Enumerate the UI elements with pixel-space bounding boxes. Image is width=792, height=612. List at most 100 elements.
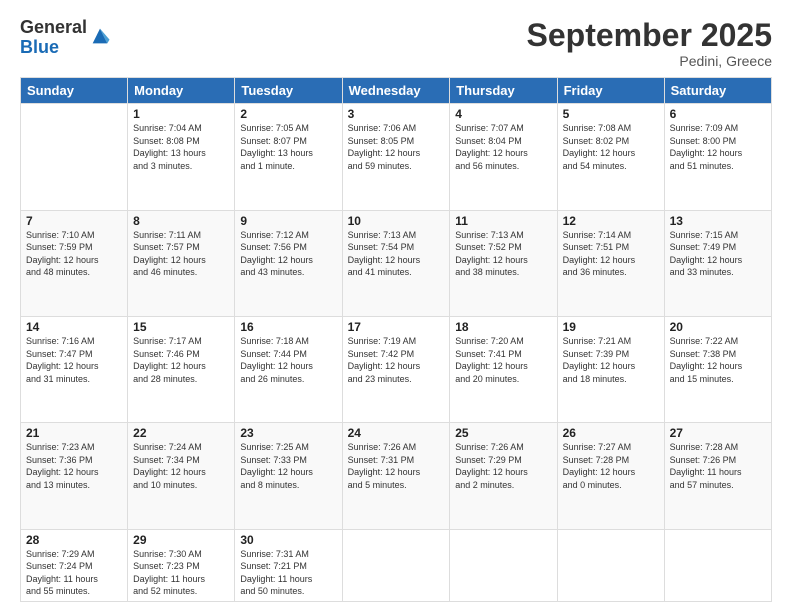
day-info: Sunrise: 7:17 AM Sunset: 7:46 PM Dayligh… [133,335,229,385]
day-number: 24 [348,426,445,440]
calendar-cell: 25Sunrise: 7:26 AM Sunset: 7:29 PM Dayli… [450,423,557,529]
day-info: Sunrise: 7:08 AM Sunset: 8:02 PM Dayligh… [563,122,659,172]
calendar-header-sunday: Sunday [21,78,128,104]
day-info: Sunrise: 7:11 AM Sunset: 7:57 PM Dayligh… [133,229,229,279]
calendar-week-2: 7Sunrise: 7:10 AM Sunset: 7:59 PM Daylig… [21,210,772,316]
day-info: Sunrise: 7:19 AM Sunset: 7:42 PM Dayligh… [348,335,445,385]
day-info: Sunrise: 7:27 AM Sunset: 7:28 PM Dayligh… [563,441,659,491]
calendar-cell: 21Sunrise: 7:23 AM Sunset: 7:36 PM Dayli… [21,423,128,529]
logo-icon [89,25,111,47]
day-info: Sunrise: 7:05 AM Sunset: 8:07 PM Dayligh… [240,122,336,172]
day-info: Sunrise: 7:18 AM Sunset: 7:44 PM Dayligh… [240,335,336,385]
calendar-cell [450,529,557,601]
logo: General Blue [20,18,111,58]
calendar-week-5: 28Sunrise: 7:29 AM Sunset: 7:24 PM Dayli… [21,529,772,601]
day-info: Sunrise: 7:29 AM Sunset: 7:24 PM Dayligh… [26,548,122,598]
logo-general: General [20,18,87,38]
calendar: SundayMondayTuesdayWednesdayThursdayFrid… [20,77,772,602]
day-info: Sunrise: 7:15 AM Sunset: 7:49 PM Dayligh… [670,229,766,279]
day-number: 23 [240,426,336,440]
calendar-header-wednesday: Wednesday [342,78,450,104]
calendar-header-thursday: Thursday [450,78,557,104]
calendar-week-1: 1Sunrise: 7:04 AM Sunset: 8:08 PM Daylig… [21,104,772,210]
calendar-cell: 19Sunrise: 7:21 AM Sunset: 7:39 PM Dayli… [557,316,664,422]
day-info: Sunrise: 7:25 AM Sunset: 7:33 PM Dayligh… [240,441,336,491]
calendar-cell: 28Sunrise: 7:29 AM Sunset: 7:24 PM Dayli… [21,529,128,601]
calendar-cell [21,104,128,210]
header: General Blue September 2025 Pedini, Gree… [20,18,772,69]
day-number: 16 [240,320,336,334]
day-info: Sunrise: 7:21 AM Sunset: 7:39 PM Dayligh… [563,335,659,385]
calendar-cell: 11Sunrise: 7:13 AM Sunset: 7:52 PM Dayli… [450,210,557,316]
calendar-cell: 6Sunrise: 7:09 AM Sunset: 8:00 PM Daylig… [664,104,771,210]
calendar-cell [557,529,664,601]
day-number: 10 [348,214,445,228]
calendar-header-row: SundayMondayTuesdayWednesdayThursdayFrid… [21,78,772,104]
day-info: Sunrise: 7:23 AM Sunset: 7:36 PM Dayligh… [26,441,122,491]
calendar-cell: 4Sunrise: 7:07 AM Sunset: 8:04 PM Daylig… [450,104,557,210]
day-info: Sunrise: 7:13 AM Sunset: 7:52 PM Dayligh… [455,229,551,279]
calendar-cell: 7Sunrise: 7:10 AM Sunset: 7:59 PM Daylig… [21,210,128,316]
day-number: 12 [563,214,659,228]
calendar-cell: 13Sunrise: 7:15 AM Sunset: 7:49 PM Dayli… [664,210,771,316]
day-number: 9 [240,214,336,228]
day-info: Sunrise: 7:12 AM Sunset: 7:56 PM Dayligh… [240,229,336,279]
calendar-cell: 17Sunrise: 7:19 AM Sunset: 7:42 PM Dayli… [342,316,450,422]
day-number: 11 [455,214,551,228]
day-number: 3 [348,107,445,121]
day-info: Sunrise: 7:30 AM Sunset: 7:23 PM Dayligh… [133,548,229,598]
day-info: Sunrise: 7:26 AM Sunset: 7:29 PM Dayligh… [455,441,551,491]
day-number: 6 [670,107,766,121]
day-info: Sunrise: 7:07 AM Sunset: 8:04 PM Dayligh… [455,122,551,172]
day-number: 4 [455,107,551,121]
calendar-cell: 23Sunrise: 7:25 AM Sunset: 7:33 PM Dayli… [235,423,342,529]
calendar-cell: 1Sunrise: 7:04 AM Sunset: 8:08 PM Daylig… [128,104,235,210]
logo-blue: Blue [20,38,87,58]
calendar-cell [664,529,771,601]
day-number: 21 [26,426,122,440]
calendar-cell: 26Sunrise: 7:27 AM Sunset: 7:28 PM Dayli… [557,423,664,529]
calendar-cell: 22Sunrise: 7:24 AM Sunset: 7:34 PM Dayli… [128,423,235,529]
day-number: 7 [26,214,122,228]
calendar-header-tuesday: Tuesday [235,78,342,104]
day-info: Sunrise: 7:20 AM Sunset: 7:41 PM Dayligh… [455,335,551,385]
day-info: Sunrise: 7:14 AM Sunset: 7:51 PM Dayligh… [563,229,659,279]
day-number: 20 [670,320,766,334]
logo-text: General Blue [20,18,87,58]
calendar-cell: 5Sunrise: 7:08 AM Sunset: 8:02 PM Daylig… [557,104,664,210]
calendar-header-friday: Friday [557,78,664,104]
day-info: Sunrise: 7:26 AM Sunset: 7:31 PM Dayligh… [348,441,445,491]
calendar-cell: 16Sunrise: 7:18 AM Sunset: 7:44 PM Dayli… [235,316,342,422]
calendar-cell [342,529,450,601]
day-number: 27 [670,426,766,440]
day-number: 18 [455,320,551,334]
calendar-week-4: 21Sunrise: 7:23 AM Sunset: 7:36 PM Dayli… [21,423,772,529]
calendar-cell: 12Sunrise: 7:14 AM Sunset: 7:51 PM Dayli… [557,210,664,316]
calendar-cell: 20Sunrise: 7:22 AM Sunset: 7:38 PM Dayli… [664,316,771,422]
day-info: Sunrise: 7:28 AM Sunset: 7:26 PM Dayligh… [670,441,766,491]
calendar-cell: 10Sunrise: 7:13 AM Sunset: 7:54 PM Dayli… [342,210,450,316]
day-info: Sunrise: 7:31 AM Sunset: 7:21 PM Dayligh… [240,548,336,598]
day-info: Sunrise: 7:10 AM Sunset: 7:59 PM Dayligh… [26,229,122,279]
day-info: Sunrise: 7:09 AM Sunset: 8:00 PM Dayligh… [670,122,766,172]
day-info: Sunrise: 7:24 AM Sunset: 7:34 PM Dayligh… [133,441,229,491]
day-number: 29 [133,533,229,547]
day-info: Sunrise: 7:22 AM Sunset: 7:38 PM Dayligh… [670,335,766,385]
day-info: Sunrise: 7:04 AM Sunset: 8:08 PM Dayligh… [133,122,229,172]
day-number: 17 [348,320,445,334]
day-number: 5 [563,107,659,121]
day-info: Sunrise: 7:16 AM Sunset: 7:47 PM Dayligh… [26,335,122,385]
month-title: September 2025 [527,18,772,53]
day-number: 28 [26,533,122,547]
page: General Blue September 2025 Pedini, Gree… [0,0,792,612]
day-info: Sunrise: 7:13 AM Sunset: 7:54 PM Dayligh… [348,229,445,279]
day-number: 13 [670,214,766,228]
day-number: 1 [133,107,229,121]
location: Pedini, Greece [527,53,772,69]
day-info: Sunrise: 7:06 AM Sunset: 8:05 PM Dayligh… [348,122,445,172]
title-block: September 2025 Pedini, Greece [527,18,772,69]
day-number: 22 [133,426,229,440]
calendar-week-3: 14Sunrise: 7:16 AM Sunset: 7:47 PM Dayli… [21,316,772,422]
calendar-cell: 9Sunrise: 7:12 AM Sunset: 7:56 PM Daylig… [235,210,342,316]
calendar-cell: 15Sunrise: 7:17 AM Sunset: 7:46 PM Dayli… [128,316,235,422]
